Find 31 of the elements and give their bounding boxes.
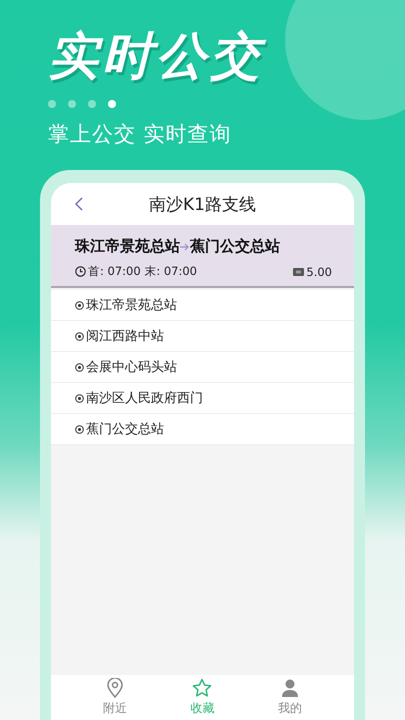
stop-name: 蕉门公交总站 [86,421,164,438]
stop-row[interactable]: 珠江帝景苑总站 [51,290,354,321]
stop-name: 会展中心码头站 [86,359,177,376]
nav-tab[interactable]: 我的 [278,678,302,717]
stop-row[interactable]: 南沙区人民政府西门 [51,383,354,414]
target-icon [75,362,84,372]
stop-name: 南沙区人民政府西门 [86,390,203,407]
target-icon [75,332,84,340]
banner-subtitle: 掌上公交 实时查询 [48,121,233,148]
person-icon [281,678,300,698]
fare-amount: 5.00 [306,264,332,278]
clock-icon [75,266,86,277]
stop-name: 珠江帝景苑总站 [86,297,177,314]
service-times: 首: 07:00 末: 07:00 [88,264,197,279]
start-station: 珠江帝景苑总站 [75,237,180,256]
stop-row[interactable]: 阅江西路中站 [51,321,354,352]
arrow-icon [180,242,190,250]
back-icon[interactable] [75,197,83,211]
route-title: 南沙K1路支线 [149,194,256,216]
ticket-icon [293,268,304,276]
star-icon [192,678,212,698]
nav-tab[interactable]: 附近 [102,678,127,717]
end-station: 蕉门公交总站 [190,237,280,256]
stop-row[interactable]: 会展中心码头站 [51,352,354,383]
target-icon [75,424,84,434]
target-icon [75,300,84,310]
stop-row[interactable]: 蕉门公交总站 [51,414,354,445]
target-icon [75,394,84,402]
banner-title: 实时公交 [48,26,405,86]
stop-name: 阅江西路中站 [86,328,164,345]
location-pin-icon [106,678,124,698]
